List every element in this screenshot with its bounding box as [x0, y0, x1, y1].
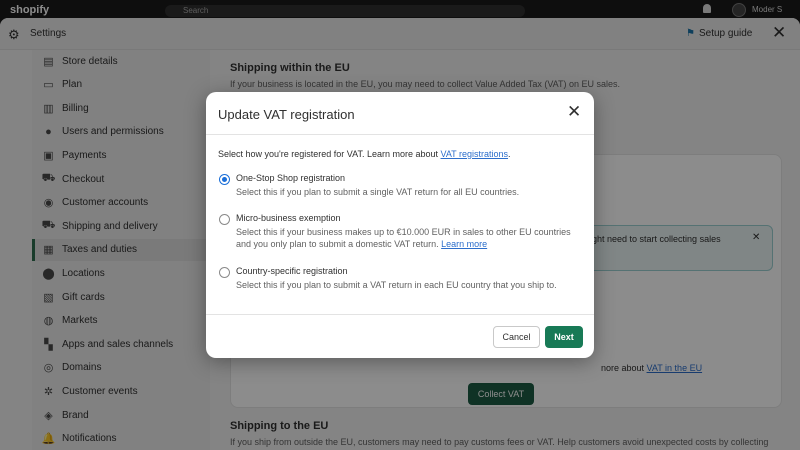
option-label: One-Stop Shop registration	[236, 173, 346, 183]
radio-one-stop-shop[interactable]	[219, 174, 230, 185]
cancel-button[interactable]: Cancel	[493, 326, 540, 348]
option-desc: Select this if you plan to submit a sing…	[236, 187, 520, 197]
option-desc: Select this if your business makes up to…	[236, 226, 581, 250]
radio-micro-business[interactable]	[219, 214, 230, 225]
option-label: Micro-business exemption	[236, 213, 341, 223]
radio-country-specific[interactable]	[219, 267, 230, 278]
option-label: Country-specific registration	[236, 266, 348, 276]
next-button[interactable]: Next	[545, 326, 583, 348]
close-icon[interactable]: ✕	[567, 102, 581, 122]
modal-header: Update VAT registration ✕	[206, 92, 594, 135]
option-desc: Select this if you plan to submit a VAT …	[236, 280, 557, 290]
intro-prefix: Select how you're registered for VAT. Le…	[218, 149, 441, 159]
intro-suffix: .	[508, 149, 511, 159]
modal-title: Update VAT registration	[218, 107, 355, 122]
modal-intro: Select how you're registered for VAT. Le…	[218, 149, 511, 159]
option-desc-text: Select this if your business makes up to…	[236, 227, 571, 249]
vat-registrations-link[interactable]: VAT registrations	[441, 149, 509, 159]
vat-registration-modal: Update VAT registration ✕ Select how you…	[206, 92, 594, 358]
modal-divider	[206, 314, 594, 315]
learn-more-link[interactable]: Learn more	[441, 239, 487, 249]
